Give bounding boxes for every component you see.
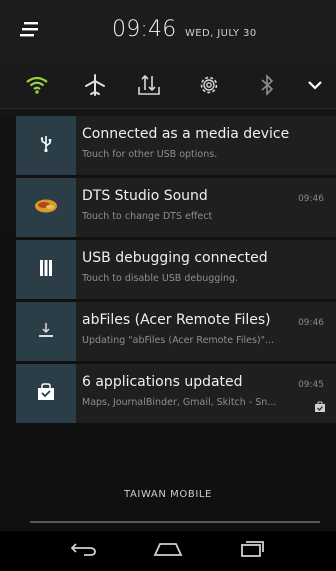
recent-apps-icon [239,540,265,562]
notification-icon-box [16,116,76,175]
notification-subtitle: Touch to change DTS effect [82,211,213,222]
data-transfer-toggle[interactable] [126,62,172,108]
notification-icon-box [16,178,76,237]
clock-time: 09:46 [112,17,177,42]
bluetooth-icon [259,74,275,96]
navigation-bar [0,531,336,571]
notification-subtitle: Touch to disable USB debugging. [82,273,239,284]
wifi-toggle[interactable] [14,62,60,108]
recent-apps-button[interactable] [222,531,282,571]
expand-settings-button[interactable] [292,62,336,108]
small-bag-icon [314,398,326,417]
notification-subtitle: Touch for other USB options. [82,149,218,160]
notification-dts-sound[interactable]: DTS Studio Sound Touch to change DTS eff… [16,178,336,238]
carrier-label: TAIWAN MOBILE [124,489,212,500]
shade-header: 09:46 WED, JULY 30 [0,0,336,62]
notification-apps-updated[interactable]: 6 applications updated Maps, JournalBind… [16,364,336,424]
notification-title: Connected as a media device [82,126,290,142]
airplane-mode-toggle[interactable] [72,62,118,108]
download-icon [38,321,54,343]
notification-title: USB debugging connected [82,250,268,266]
play-store-bag-icon [36,382,56,405]
airplane-icon [83,73,107,97]
quick-settings-bar [0,62,336,109]
notification-icon-box [16,364,76,423]
home-icon [152,541,184,561]
usb-icon [39,135,53,157]
notification-title: DTS Studio Sound [82,188,208,204]
data-transfer-icon [136,73,162,97]
usb-debug-icon [39,259,53,281]
notification-time: 09:45 [298,380,324,390]
notification-icon-box [16,240,76,299]
notification-usb-media[interactable]: Connected as a media device Touch for ot… [16,116,336,176]
wifi-icon [25,75,49,95]
notification-shade: 09:46 WED, JULY 30 Connected as a media … [0,0,336,571]
shade-drag-handle[interactable] [30,521,320,523]
home-button[interactable] [138,531,198,571]
settings-icon [197,73,221,97]
notification-time: 09:46 [298,194,324,204]
notification-icon-box [16,302,76,361]
back-icon [70,541,98,561]
bluetooth-toggle[interactable] [244,62,290,108]
back-button[interactable] [54,531,114,571]
clock-date: WED, JULY 30 [185,28,257,39]
chevron-down-icon [307,79,323,91]
notification-subtitle: Maps, JournalBinder, Gmail, Skitch - Sn.… [82,397,277,408]
notification-usb-debugging[interactable]: USB debugging connected Touch to disable… [16,240,336,300]
notification-subtitle: Updating "abFiles (Acer Remote Files)"..… [82,335,275,346]
notification-time: 09:46 [298,318,324,328]
notification-title: 6 applications updated [82,374,243,390]
dts-icon [34,198,58,218]
settings-toggle[interactable] [186,62,232,108]
notification-title: abFiles (Acer Remote Files) [82,312,271,328]
settings-menu-icon[interactable] [20,20,42,40]
notification-abfiles[interactable]: abFiles (Acer Remote Files) Updating "ab… [16,302,336,362]
